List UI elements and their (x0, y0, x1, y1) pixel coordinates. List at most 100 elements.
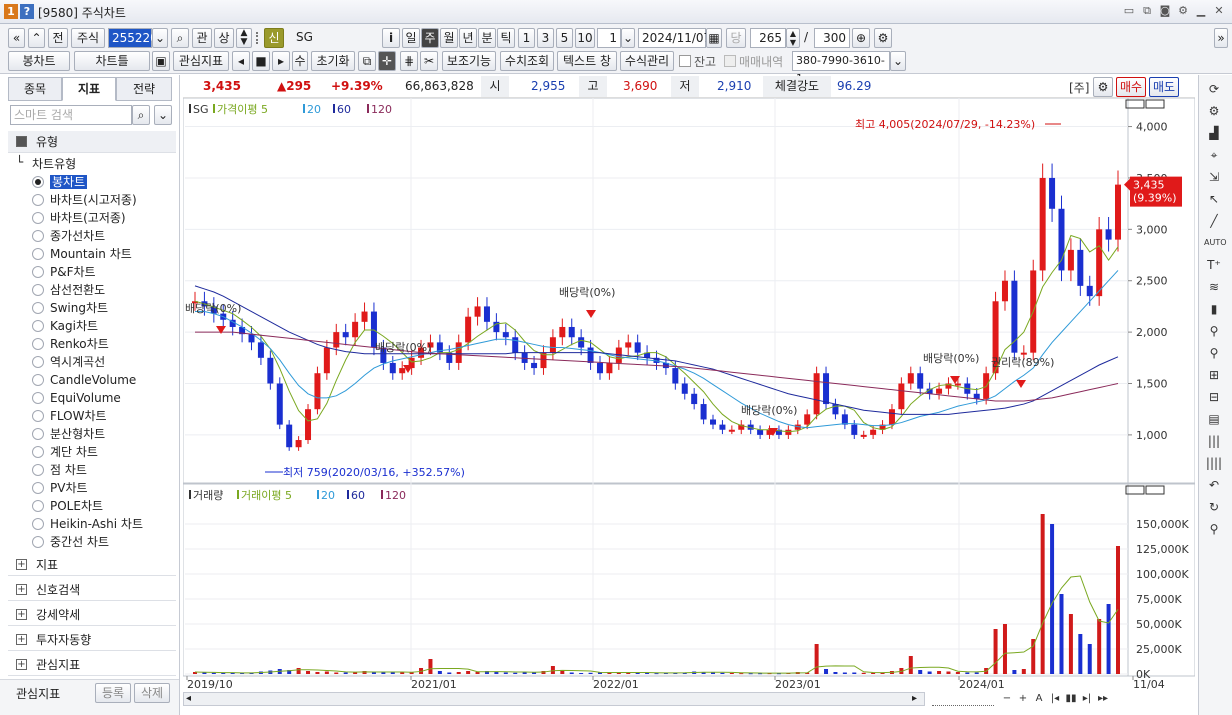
volume-bar[interactable] (400, 672, 405, 675)
candle-body[interactable] (342, 332, 349, 338)
volume-bar[interactable] (965, 672, 970, 675)
expand-icon[interactable]: » (1214, 28, 1228, 48)
candle-body[interactable] (1086, 285, 1093, 297)
scissors-icon[interactable]: ✂ (420, 51, 438, 71)
candle-body[interactable] (323, 347, 330, 374)
volume-bar[interactable] (579, 673, 584, 674)
num-lookup-button[interactable]: 수치조회 (500, 51, 554, 71)
interval-button[interactable]: 10 (575, 28, 595, 48)
candle-body[interactable] (841, 414, 848, 425)
janko-checkbox[interactable] (679, 55, 691, 67)
candle-body[interactable] (295, 440, 302, 448)
auto-icon[interactable]: AUTO (1204, 234, 1227, 252)
code-input[interactable]: 255220 (108, 28, 158, 48)
chart-type-item[interactable]: Swing차트 (32, 299, 108, 317)
bars-input[interactable]: 265 (750, 28, 786, 48)
candle-body[interactable] (276, 383, 283, 425)
candle-body[interactable] (681, 383, 688, 394)
radio-button[interactable] (32, 374, 44, 386)
volume-bar[interactable] (1002, 624, 1007, 674)
volume-bar[interactable] (908, 656, 913, 674)
interval-button[interactable]: 3 (537, 28, 554, 48)
candle-body[interactable] (954, 383, 961, 386)
chart-type-item[interactable]: 봉차트 (32, 173, 88, 191)
volume-bar[interactable] (1097, 619, 1102, 674)
chart-control-button[interactable]: A (1032, 692, 1046, 706)
radio-button[interactable] (32, 392, 44, 404)
period-button[interactable]: 틱 (497, 28, 515, 48)
candle-body[interactable] (257, 342, 264, 358)
volume-bar[interactable] (937, 671, 942, 674)
volume-bar[interactable] (588, 672, 593, 674)
period-button[interactable]: 주 (421, 28, 439, 48)
candle-body[interactable] (455, 342, 462, 363)
candle-body[interactable] (860, 434, 867, 437)
volume-bar[interactable] (720, 672, 725, 674)
volume-bar[interactable] (852, 672, 857, 675)
tab-indicator[interactable]: 지표 (62, 77, 116, 101)
radio-button[interactable] (32, 302, 44, 314)
candle-body[interactable] (568, 326, 575, 338)
candle-body[interactable] (1039, 177, 1046, 271)
radio-button[interactable] (32, 194, 44, 206)
candle-body[interactable] (936, 388, 943, 394)
volume-bar[interactable] (494, 672, 499, 674)
chart-type-item[interactable]: Renko차트 (32, 335, 109, 353)
candle-body[interactable] (1096, 229, 1103, 297)
candle-body[interactable] (634, 342, 641, 353)
candle-body[interactable] (785, 429, 792, 435)
chart-type-item[interactable]: POLE차트 (32, 497, 103, 515)
volume-bar[interactable] (739, 673, 744, 675)
pattern-icon[interactable]: ⊞ (1204, 366, 1224, 384)
group-item[interactable]: + 지표 (8, 554, 176, 576)
account-dropdown-icon[interactable]: ⌄ (890, 51, 906, 71)
period-button[interactable]: 년 (459, 28, 477, 48)
candle-body[interactable] (502, 332, 509, 338)
prev-button[interactable]: 전 (48, 28, 68, 48)
chart-type-item[interactable]: P&F차트 (32, 263, 96, 281)
price-pane[interactable] (183, 98, 1195, 484)
fibonacci-icon[interactable]: ≋ (1204, 278, 1224, 296)
candle-body[interactable] (305, 409, 312, 441)
volume-bar[interactable] (343, 672, 348, 675)
candle-body[interactable] (907, 373, 914, 384)
tab-strategy[interactable]: 전략 (116, 77, 172, 101)
chart-settings-icon[interactable]: ⚙ (1093, 77, 1113, 97)
chart-control-button[interactable]: ▸| (1080, 692, 1094, 706)
collapse-all-icon[interactable]: ⌄ (154, 105, 172, 125)
volume-bar[interactable] (814, 644, 819, 674)
chart-type-item[interactable]: 계단 차트 (32, 443, 98, 461)
line-icon[interactable]: ╱ (1204, 212, 1224, 230)
sell-button[interactable]: 매도 (1149, 77, 1179, 97)
candle-body[interactable] (832, 404, 839, 415)
candle-body[interactable] (549, 337, 556, 353)
volume-bar[interactable] (503, 672, 508, 675)
volume-bar[interactable] (466, 671, 471, 674)
candle-body[interactable] (361, 311, 368, 322)
candle-body[interactable] (267, 357, 274, 384)
candle-body[interactable] (578, 337, 585, 348)
chart-type-item[interactable]: 점 차트 (32, 461, 87, 479)
chart-type-item[interactable]: EquiVolume (32, 389, 121, 407)
radio-button[interactable] (32, 320, 44, 332)
close-icon[interactable]: ✕ (1212, 4, 1226, 18)
chart-type-item[interactable]: Kagi차트 (32, 317, 98, 335)
crosshair-icon[interactable]: ✛ (378, 51, 396, 71)
aux-button[interactable]: 보조기능 (442, 51, 496, 71)
candle-body[interactable] (1049, 177, 1056, 209)
help-icon[interactable]: ? (20, 4, 34, 19)
delete-button[interactable]: 삭제 (134, 683, 170, 703)
text-icon[interactable]: T⁺ (1204, 256, 1224, 274)
search-icon[interactable]: ⌕ (132, 105, 150, 125)
volume-bar[interactable] (513, 672, 518, 674)
restore-layout-icon[interactable]: ▭ (1122, 4, 1136, 18)
chart-type-item[interactable]: Mountain 차트 (32, 245, 132, 263)
radio-button[interactable] (32, 248, 44, 260)
search-icon[interactable]: ⌕ (171, 28, 189, 48)
candle-body[interactable] (823, 373, 830, 405)
volume-bar[interactable] (946, 671, 951, 675)
calendar-icon[interactable]: ▦ (706, 28, 722, 48)
zoom-in-icon[interactable]: ⊕ (852, 28, 870, 48)
candle-body[interactable] (286, 424, 293, 448)
columns-icon[interactable]: |||| (1204, 454, 1224, 472)
